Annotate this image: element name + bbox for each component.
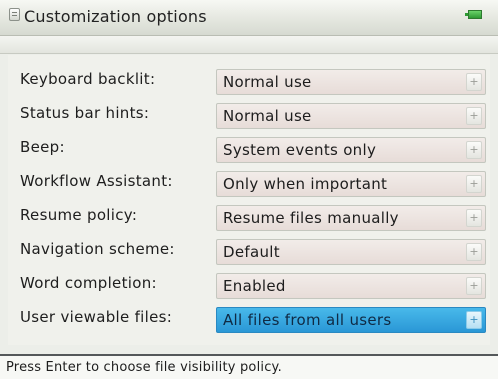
setting-row-word-completion: Word completion: Enabled + (18, 267, 486, 301)
document-icon (9, 8, 20, 21)
status-hint: Press Enter to choose file visibility po… (6, 360, 282, 375)
word-completion-value: Enabled (223, 277, 286, 295)
dropdown-arrow-icon[interactable]: + (466, 175, 482, 193)
setting-row-resume-policy: Resume policy: Resume files manually + (18, 199, 486, 233)
setting-row-navigation-scheme: Navigation scheme: Default + (18, 233, 486, 267)
dropdown-arrow-icon[interactable]: + (466, 311, 482, 329)
window-title: Customization options (24, 7, 207, 26)
user-viewable-files-value: All files from all users (223, 311, 392, 329)
navigation-scheme-value: Default (223, 243, 280, 261)
dropdown-arrow-icon[interactable]: + (466, 209, 482, 227)
title-bar: Customization options (0, 0, 498, 36)
setting-row-beep: Beep: System events only + (18, 131, 486, 165)
keyboard-backlit-select[interactable]: Normal use + (216, 69, 486, 95)
user-viewable-files-select[interactable]: All files from all users + (216, 307, 486, 333)
word-completion-select[interactable]: Enabled + (216, 273, 486, 299)
battery-icon (465, 10, 482, 19)
status-bar-hints-select[interactable]: Normal use + (216, 103, 486, 129)
navigation-scheme-select[interactable]: Default + (216, 239, 486, 265)
keyboard-backlit-value: Normal use (223, 73, 312, 91)
dropdown-arrow-icon[interactable]: + (466, 141, 482, 159)
status-bar-hints-value: Normal use (223, 107, 312, 125)
beep-label: Beep: (20, 138, 65, 156)
setting-row-status-bar-hints: Status bar hints: Normal use + (18, 97, 486, 131)
status-bar-hints-label: Status bar hints: (20, 104, 150, 122)
status-bar: Press Enter to choose file visibility po… (0, 354, 498, 379)
beep-select[interactable]: System events only + (216, 137, 486, 163)
workflow-assistant-value: Only when important (223, 175, 388, 193)
navigation-scheme-label: Navigation scheme: (20, 240, 175, 258)
dropdown-arrow-icon[interactable]: + (466, 277, 482, 295)
keyboard-backlit-label: Keyboard backlit: (20, 70, 156, 88)
word-completion-label: Word completion: (20, 274, 157, 292)
settings-panel: Keyboard backlit: Normal use + Status ba… (8, 55, 490, 345)
resume-policy-label: Resume policy: (20, 206, 138, 224)
toolbar-strip (0, 36, 498, 54)
workflow-assistant-label: Workflow Assistant: (20, 172, 173, 190)
setting-row-user-viewable-files: User viewable files: All files from all … (18, 301, 486, 335)
dropdown-arrow-icon[interactable]: + (466, 73, 482, 91)
setting-row-keyboard-backlit: Keyboard backlit: Normal use + (18, 63, 486, 97)
setting-row-workflow-assistant: Workflow Assistant: Only when important … (18, 165, 486, 199)
workflow-assistant-select[interactable]: Only when important + (216, 171, 486, 197)
dropdown-arrow-icon[interactable]: + (466, 107, 482, 125)
resume-policy-select[interactable]: Resume files manually + (216, 205, 486, 231)
user-viewable-files-label: User viewable files: (20, 308, 173, 326)
resume-policy-value: Resume files manually (223, 209, 399, 227)
beep-value: System events only (223, 141, 377, 159)
dropdown-arrow-icon[interactable]: + (466, 243, 482, 261)
